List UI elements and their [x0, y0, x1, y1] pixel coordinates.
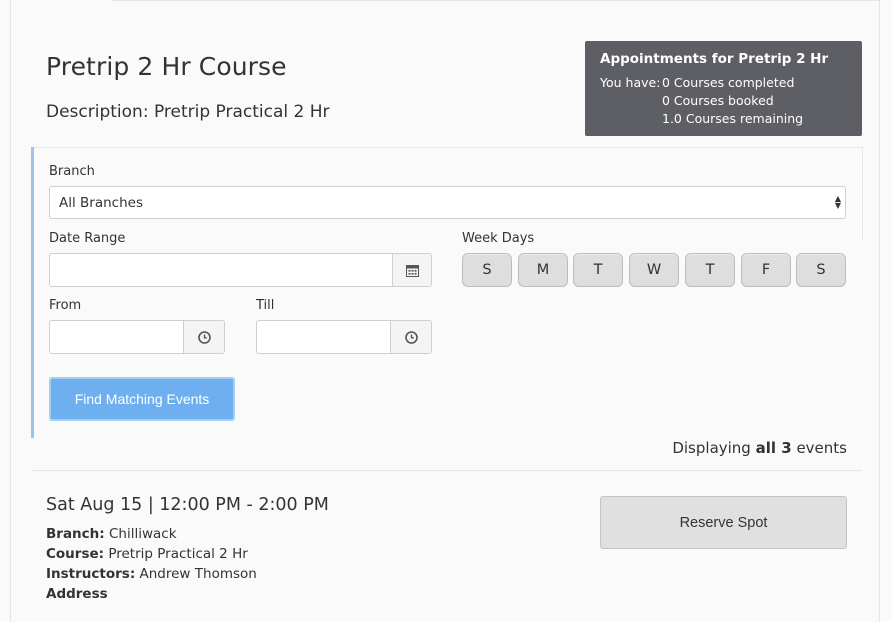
- weekday-sunday-button[interactable]: S: [462, 253, 512, 287]
- courses-completed: 0 Courses completed: [662, 75, 795, 90]
- till-time-addon[interactable]: [390, 321, 431, 353]
- courses-remaining: 1.0 Courses remaining: [662, 111, 804, 126]
- appointments-remaining-row: 1.0 Courses remaining: [600, 110, 847, 128]
- event-address: Address: [46, 586, 108, 602]
- appointments-booked-row: 0 Courses booked: [600, 92, 847, 110]
- branch-select-value: All Branches: [59, 195, 143, 211]
- till-label: Till: [256, 298, 275, 313]
- appointments-summary: Appointments for Pretrip 2 Hr You have: …: [585, 41, 862, 136]
- you-have-label: You have:: [600, 75, 661, 90]
- filter-panel-right-border: [862, 147, 863, 240]
- find-matching-events-button[interactable]: Find Matching Events: [49, 377, 235, 421]
- reserve-spot-button[interactable]: Reserve Spot: [600, 496, 847, 549]
- branch-select[interactable]: All Branches ▲ ▼: [49, 186, 846, 219]
- from-time-addon[interactable]: [183, 321, 224, 353]
- weekday-tuesday-button[interactable]: T: [573, 253, 623, 287]
- week-days-label: Week Days: [462, 231, 535, 246]
- date-range-input[interactable]: [49, 253, 432, 287]
- course-description: Description: Pretrip Practical 2 Hr: [46, 102, 330, 122]
- results-count: Displaying all 3 events: [672, 439, 847, 457]
- from-time-input[interactable]: [49, 320, 225, 354]
- weekday-thursday-button[interactable]: T: [685, 253, 735, 287]
- weekday-friday-button[interactable]: F: [741, 253, 791, 287]
- filter-panel-border: [34, 147, 863, 155]
- appointments-title: Appointments for Pretrip 2 Hr: [600, 51, 829, 67]
- clock-icon: [197, 330, 211, 344]
- event-instructors: Instructors: Andrew Thomson: [46, 566, 257, 582]
- weekday-wednesday-button[interactable]: W: [629, 253, 679, 287]
- event-datetime: Sat Aug 15 | 12:00 PM - 2:00 PM: [46, 495, 329, 515]
- page-title: Pretrip 2 Hr Course: [46, 52, 287, 81]
- from-label: From: [49, 298, 82, 313]
- top-border: [112, 0, 880, 1]
- date-range-addon[interactable]: [392, 254, 431, 286]
- results-divider: [32, 470, 862, 471]
- date-range-label: Date Range: [49, 231, 126, 246]
- branch-label: Branch: [49, 164, 95, 179]
- till-time-input[interactable]: [256, 320, 432, 354]
- calendar-icon: [405, 264, 419, 277]
- courses-booked: 0 Courses booked: [662, 93, 774, 108]
- appointments-completed-row: You have: 0 Courses completed: [600, 74, 847, 92]
- event-branch: Branch: Chilliwack: [46, 526, 177, 542]
- select-arrows-icon: ▲ ▼: [834, 194, 841, 210]
- weekday-saturday-button[interactable]: S: [796, 253, 846, 287]
- clock-icon: [404, 330, 418, 344]
- weekday-monday-button[interactable]: M: [518, 253, 568, 287]
- event-course: Course: Pretrip Practical 2 Hr: [46, 546, 248, 562]
